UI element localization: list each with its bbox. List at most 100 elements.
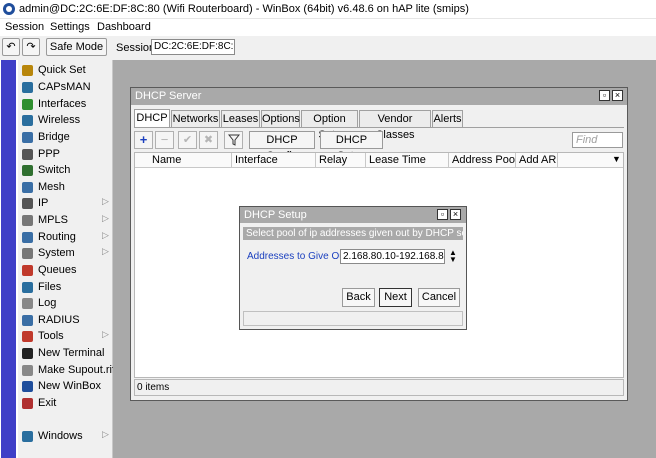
menu-bar: Session Settings Dashboard xyxy=(0,19,656,36)
sidebar-item-label: MPLS xyxy=(38,214,68,226)
enable-button[interactable]: ✔ xyxy=(178,131,197,149)
sidebar-item-windows[interactable]: Windows ▷ xyxy=(18,428,112,445)
ppp-icon xyxy=(22,149,33,160)
dhcp-setup-title-bar[interactable]: DHCP Setup ▫ × xyxy=(240,207,466,223)
submenu-arrow-icon: ▷ xyxy=(102,196,109,206)
sidebar-item-exit[interactable]: Exit xyxy=(18,395,112,412)
menu-session[interactable]: Session xyxy=(5,21,44,33)
sidebar-item-tools[interactable]: Tools ▷ xyxy=(18,328,112,345)
sidebar-item-quick-set[interactable]: Quick Set xyxy=(18,62,112,79)
sidebar-item-label: Mesh xyxy=(38,181,65,193)
tab-leases[interactable]: Leases xyxy=(221,110,260,127)
menu-settings[interactable]: Settings xyxy=(50,21,90,33)
sidebar-item-make-supout-rif[interactable]: Make Supout.rif xyxy=(18,362,116,379)
dialog-maximize-button[interactable]: ▫ xyxy=(437,209,448,220)
sidebar-item-label: IP xyxy=(38,197,49,209)
column-header-interface[interactable]: Interface xyxy=(232,153,316,167)
tools-icon xyxy=(22,331,33,342)
sidebar-item-system[interactable]: System ▷ xyxy=(18,245,112,262)
cancel-button[interactable]: Cancel xyxy=(418,288,460,307)
cross-icon: ✖ xyxy=(203,134,214,146)
addresses-label: Addresses to Give Out: xyxy=(247,251,351,262)
spinner-icon[interactable]: ▲ ▼ xyxy=(448,249,458,264)
menu-dashboard[interactable]: Dashboard xyxy=(97,21,151,33)
sidebar-item-new-terminal[interactable]: New Terminal xyxy=(18,345,112,362)
sidebar-item-interfaces[interactable]: Interfaces xyxy=(18,96,112,113)
sidebar-item-ip[interactable]: IP ▷ xyxy=(18,195,112,212)
tab-option-sets[interactable]: Option Sets xyxy=(301,110,358,141)
column-header-address-pool[interactable]: Address Pool xyxy=(449,153,516,167)
column-header-relay[interactable]: Relay xyxy=(316,153,366,167)
sidebar-item-log[interactable]: Log xyxy=(18,295,112,312)
wireless-icon xyxy=(22,115,33,126)
submenu-arrow-icon: ▷ xyxy=(102,213,109,223)
back-button[interactable]: Back xyxy=(342,288,375,307)
winbox-icon xyxy=(22,381,33,392)
find-input[interactable]: Find xyxy=(572,132,623,148)
tab-dhcp[interactable]: DHCP xyxy=(134,109,170,127)
sidebar-item-label: New Terminal xyxy=(38,347,105,359)
sidebar-item-files[interactable]: Files xyxy=(18,279,112,296)
sidebar-item-mpls[interactable]: MPLS ▷ xyxy=(18,212,112,229)
sidebar-item-queues[interactable]: Queues xyxy=(18,262,112,279)
sidebar-item-new-winbox[interactable]: New WinBox xyxy=(18,378,112,395)
column-header-lease-time[interactable]: Lease Time xyxy=(366,153,449,167)
addresses-input[interactable]: 2.168.80.10-192.168.80.2 xyxy=(340,249,445,264)
sidebar-item-switch[interactable]: Switch xyxy=(18,162,112,179)
submenu-arrow-icon: ▷ xyxy=(102,246,109,256)
undo-icon: ↶ xyxy=(6,41,16,53)
dhcp-setup-button[interactable]: DHCP Setup xyxy=(320,131,383,162)
remove-button[interactable]: − xyxy=(155,131,174,149)
switch-icon xyxy=(22,165,33,176)
sidebar-item-label: Make Supout.rif xyxy=(38,364,116,376)
tab-options[interactable]: Options xyxy=(261,110,300,127)
mpls-icon xyxy=(22,215,33,226)
tab-networks[interactable]: Networks xyxy=(171,110,220,127)
submenu-arrow-icon: ▷ xyxy=(102,329,109,339)
sidebar-menu: Quick Set CAPsMAN Interfaces Wireless Bridge… xyxy=(18,60,116,458)
sidebar-item-bridge[interactable]: Bridge xyxy=(18,129,112,146)
sidebar-item-wireless[interactable]: Wireless xyxy=(18,112,112,129)
filter-button[interactable] xyxy=(224,131,243,149)
undo-button[interactable]: ↶ xyxy=(2,38,20,56)
tab-vendor-classes[interactable]: Vendor Classes xyxy=(359,110,431,141)
column-header-add-ar-[interactable]: Add AR... xyxy=(516,153,558,167)
column-menu-icon[interactable]: ▼ xyxy=(612,154,621,164)
session-select[interactable]: DC:2C:6E:DF:8C:80 xyxy=(151,39,235,55)
ip-icon xyxy=(22,198,33,209)
sidebar-item-label: Bridge xyxy=(38,131,70,143)
maximize-button[interactable]: ▫ xyxy=(599,90,610,101)
status-bar: 0 items xyxy=(134,379,624,396)
sidebar-item-radius[interactable]: RADIUS xyxy=(18,312,112,329)
dialog-close-button[interactable]: × xyxy=(450,209,461,220)
tab-alerts[interactable]: Alerts xyxy=(432,110,463,127)
dhcp-config-button[interactable]: DHCP Config xyxy=(249,131,315,162)
filter-icon xyxy=(227,134,240,146)
sidebar-item-label: Wireless xyxy=(38,114,81,126)
close-button[interactable]: × xyxy=(612,90,623,101)
sidebar-item-routing[interactable]: Routing ▷ xyxy=(18,229,112,246)
add-button[interactable]: + xyxy=(134,131,153,149)
interfaces-icon xyxy=(22,99,33,110)
safe-mode-button[interactable]: Safe Mode xyxy=(46,38,107,56)
routing-icon xyxy=(22,232,33,243)
sidebar-item-ppp[interactable]: PPP xyxy=(18,146,112,163)
sidebar-item-label: Quick Set xyxy=(38,64,86,76)
windows-icon xyxy=(22,431,33,442)
sidebar-item-mesh[interactable]: Mesh xyxy=(18,179,112,196)
column-header-name[interactable]: Name xyxy=(149,153,232,167)
sidebar-item-capsman[interactable]: CAPsMAN xyxy=(18,79,112,96)
winbox-app-icon xyxy=(3,3,15,15)
sidebar-item-label: Interfaces xyxy=(38,98,87,110)
next-button[interactable]: Next xyxy=(379,288,412,307)
sidebar-item-label: CAPsMAN xyxy=(38,81,91,93)
sidebar-item-label: Files xyxy=(38,281,62,293)
dialog-instruction: Select pool of ip addresses given out by… xyxy=(243,227,463,240)
radius-icon xyxy=(22,315,33,326)
disable-button[interactable]: ✖ xyxy=(199,131,218,149)
dialog-status-bar xyxy=(243,311,463,326)
redo-button[interactable]: ↷ xyxy=(22,38,40,56)
wand-icon xyxy=(22,65,33,76)
minus-icon: − xyxy=(160,132,169,147)
dhcp-server-title-bar[interactable]: DHCP Server ▫ × xyxy=(131,88,627,105)
